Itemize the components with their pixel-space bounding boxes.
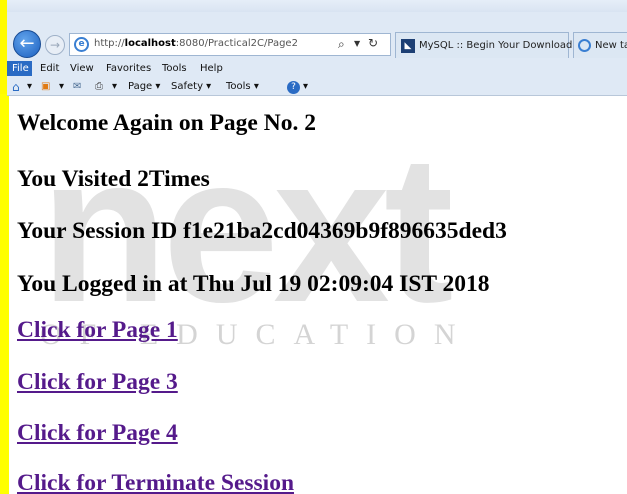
tab-new[interactable]: New tab bbox=[573, 32, 627, 58]
chevron-down-icon[interactable]: ▼ bbox=[354, 39, 360, 48]
navigation-bar: ← → e http://localhost:8080/Practical2C/… bbox=[7, 27, 627, 61]
menu-tools[interactable]: Tools bbox=[162, 61, 187, 76]
address-bar[interactable]: e http://localhost:8080/Practical2C/Page… bbox=[69, 33, 391, 56]
home-icon[interactable]: ⌂ bbox=[12, 80, 20, 94]
menu-edit[interactable]: Edit bbox=[40, 61, 59, 76]
ie-logo-icon bbox=[578, 39, 591, 52]
safety-menu-button[interactable]: Safety ▾ bbox=[171, 80, 211, 94]
command-bar: ⌂ ▾ ▣ ▾ ✉ ⎙ ▾ Page ▾ Safety ▾ Tools ▾ ? … bbox=[7, 78, 627, 96]
help-dropdown[interactable]: ▾ bbox=[303, 80, 308, 94]
visit-count-text: You Visited 2Times bbox=[17, 166, 210, 192]
session-id-text: Your Session ID f1e21ba2cd04369b9f896635… bbox=[17, 218, 507, 244]
page-heading: Welcome Again on Page No. 2 bbox=[17, 110, 316, 136]
url-host: localhost bbox=[124, 38, 176, 49]
ie-logo-icon: e bbox=[74, 37, 89, 52]
arrow-right-icon: → bbox=[49, 38, 61, 52]
feeds-dropdown[interactable]: ▾ bbox=[59, 80, 64, 94]
search-icon[interactable]: ⌕ bbox=[338, 37, 345, 52]
arrow-left-icon: ← bbox=[19, 33, 35, 54]
login-time-text: You Logged in at Thu Jul 19 02:09:04 IST… bbox=[17, 271, 490, 297]
help-icon[interactable]: ? bbox=[287, 81, 300, 94]
print-icon[interactable]: ⎙ bbox=[95, 80, 103, 94]
tab-label: MySQL :: Begin Your Download bbox=[419, 40, 573, 51]
tab-label: New tab bbox=[595, 40, 627, 51]
menu-help[interactable]: Help bbox=[200, 61, 223, 76]
refresh-icon[interactable]: ↻ bbox=[368, 36, 378, 50]
mail-icon[interactable]: ✉ bbox=[73, 80, 81, 94]
home-dropdown[interactable]: ▾ bbox=[27, 80, 32, 94]
link-terminate-session[interactable]: Click for Terminate Session bbox=[17, 470, 294, 494]
browser-chrome: ← → e http://localhost:8080/Practical2C/… bbox=[7, 0, 627, 96]
menu-view[interactable]: View bbox=[70, 61, 94, 76]
menu-file[interactable]: File bbox=[7, 61, 32, 76]
link-page-3[interactable]: Click for Page 3 bbox=[17, 369, 178, 396]
page-menu-button[interactable]: Page ▾ bbox=[128, 80, 160, 94]
back-button[interactable]: ← bbox=[13, 30, 41, 58]
feeds-icon[interactable]: ▣ bbox=[41, 80, 50, 94]
menu-bar: File Edit View Favorites Tools Help bbox=[7, 61, 627, 76]
title-bar bbox=[7, 0, 627, 12]
forward-button[interactable]: → bbox=[45, 35, 65, 55]
link-page-1[interactable]: Click for Page 1 bbox=[17, 317, 178, 344]
print-dropdown[interactable]: ▾ bbox=[112, 80, 117, 94]
address-url[interactable]: http://localhost:8080/Practical2C/Page2 bbox=[94, 38, 298, 49]
link-page-4[interactable]: Click for Page 4 bbox=[17, 420, 178, 447]
url-prefix: http:// bbox=[94, 38, 125, 49]
tab-mysql[interactable]: ◣ MySQL :: Begin Your Download bbox=[395, 32, 573, 58]
menu-favorites[interactable]: Favorites bbox=[106, 61, 151, 76]
mysql-logo-icon: ◣ bbox=[401, 39, 415, 53]
url-path: :8080/Practical2C/Page2 bbox=[175, 38, 298, 49]
tools-menu-button[interactable]: Tools ▾ bbox=[226, 80, 259, 94]
